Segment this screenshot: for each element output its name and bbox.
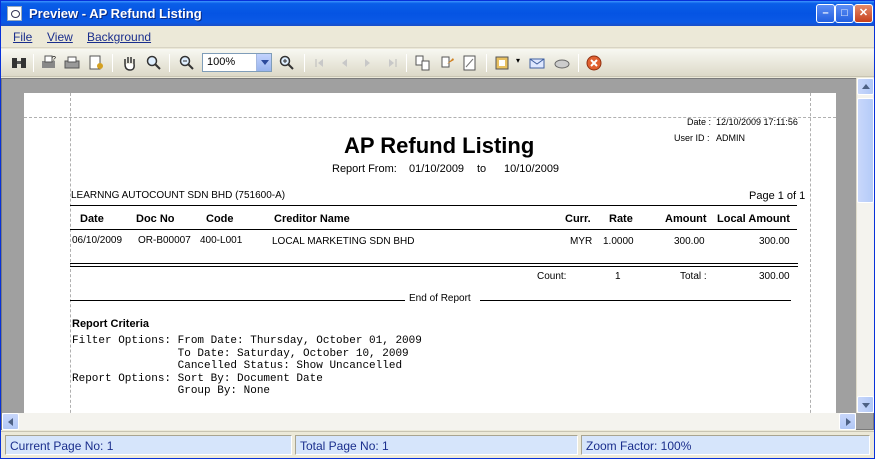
menu-bar: File View Background [1, 26, 874, 48]
exit-icon[interactable] [585, 54, 603, 72]
multiple-pages-icon[interactable] [414, 54, 432, 72]
report-preview-area[interactable]: Date : 12/10/2009 17:11:56 User ID : ADM… [1, 78, 874, 430]
report-criteria-title: Report Criteria [72, 318, 150, 330]
criteria-line: Group By: None [72, 385, 271, 397]
export-dropdown-arrow[interactable]: ▾ [516, 56, 520, 65]
total-value: 300.00 [759, 271, 790, 282]
end-of-report: End of Report [409, 293, 471, 304]
vertical-scroll-thumb[interactable] [857, 98, 874, 203]
print-icon[interactable] [63, 54, 81, 72]
row-amount: 300.00 [674, 236, 705, 247]
preview-window: Preview - AP Refund Listing – □ ✕ File V… [0, 0, 875, 459]
total-page-status: Total Page No: 1 [295, 435, 578, 455]
export-icon[interactable] [494, 54, 512, 72]
magnifier-icon[interactable] [145, 54, 163, 72]
user-id-label: User ID : [674, 133, 710, 143]
row-date: 06/10/2009 [72, 235, 123, 246]
next-page-icon [365, 59, 370, 67]
menu-file[interactable]: File [13, 30, 32, 44]
page-setup-icon[interactable] [87, 54, 105, 72]
toolbar: ? 100% ▾ [1, 49, 874, 77]
zoom-select[interactable]: 100% [202, 53, 272, 72]
row-doc-no: OR-B00007 [138, 235, 191, 246]
title-bar: Preview - AP Refund Listing – □ ✕ [1, 1, 874, 26]
row-code: 400-L001 [200, 235, 243, 246]
open-file-icon[interactable] [553, 54, 571, 72]
watermark-icon[interactable] [461, 54, 479, 72]
zoom-in-icon[interactable] [278, 54, 296, 72]
current-page-status: Current Page No: 1 [5, 435, 292, 455]
criteria-line: Filter Options: From Date: Thursday, Oct… [72, 335, 422, 347]
col-date: Date [80, 213, 104, 225]
criteria-line: Cancelled Status: Show Uncancelled [72, 360, 403, 372]
report-page: Date : 12/10/2009 17:11:56 User ID : ADM… [24, 93, 836, 429]
print-date-value: 12/10/2009 17:11:56 [716, 117, 798, 127]
row-creditor-name: LOCAL MARKETING SDN BHD [272, 236, 415, 247]
col-doc-no: Doc No [136, 213, 175, 225]
page-number: Page 1 of 1 [749, 190, 806, 202]
minimize-button[interactable]: – [816, 4, 835, 23]
col-rate: Rate [609, 213, 633, 225]
report-from-date: 01/10/2009 [409, 163, 465, 175]
company-name: LEARNNG AUTOCOUNT SDN BHD (751600-A) [71, 190, 286, 201]
hand-tool-icon[interactable] [121, 54, 139, 72]
zoom-value: 100% [207, 56, 236, 68]
svg-text:?: ? [52, 56, 56, 63]
previous-page-icon [342, 59, 347, 67]
menu-background[interactable]: Background [87, 30, 151, 44]
zoom-factor-status: Zoom Factor: 100% [581, 435, 870, 455]
status-bar: Current Page No: 1 Total Page No: 1 Zoom… [1, 431, 874, 458]
last-page-icon [389, 59, 397, 67]
report-to-date: 10/10/2009 [504, 163, 560, 175]
zoom-out-icon[interactable] [178, 54, 196, 72]
criteria-line: To Date: Saturday, October 10, 2009 [72, 348, 409, 360]
col-local-amount: Local Amount [717, 213, 790, 225]
report-to-label: to [477, 163, 487, 175]
preview-app-icon [7, 6, 22, 21]
scroll-up-button[interactable] [857, 78, 874, 95]
total-label: Total : [680, 271, 707, 282]
menu-view[interactable]: View [47, 30, 73, 44]
background-color-icon[interactable] [438, 54, 456, 72]
send-email-icon[interactable] [528, 54, 546, 72]
row-rate: 1.0000 [603, 236, 634, 247]
vertical-scrollbar[interactable] [856, 78, 874, 413]
col-creditor-name: Creditor Name [274, 213, 350, 225]
criteria-line: Report Options: Sort By: Document Date [72, 373, 323, 385]
scroll-right-button[interactable] [839, 413, 856, 430]
horizontal-scrollbar[interactable] [2, 413, 856, 430]
window-title: Preview - AP Refund Listing [29, 6, 202, 21]
print-setup-icon[interactable]: ? [40, 54, 58, 72]
col-amount: Amount [665, 213, 707, 225]
report-title: AP Refund Listing [344, 133, 535, 158]
count-value: 1 [615, 271, 621, 282]
chevron-down-icon[interactable] [256, 54, 271, 71]
scroll-down-button[interactable] [857, 396, 874, 413]
print-date-label: Date : [687, 117, 712, 127]
close-button[interactable]: ✕ [854, 4, 873, 23]
scroll-left-button[interactable] [2, 413, 19, 430]
row-local-amount: 300.00 [759, 236, 790, 247]
col-currency: Curr. [565, 213, 591, 225]
maximize-button[interactable]: □ [835, 4, 854, 23]
col-code: Code [206, 213, 234, 225]
first-page-icon [315, 59, 323, 67]
row-currency: MYR [570, 236, 593, 247]
user-id-value: ADMIN [716, 133, 745, 143]
report-from-label: Report From: [332, 163, 397, 175]
count-label: Count: [537, 271, 567, 282]
find-icon[interactable] [10, 54, 28, 72]
